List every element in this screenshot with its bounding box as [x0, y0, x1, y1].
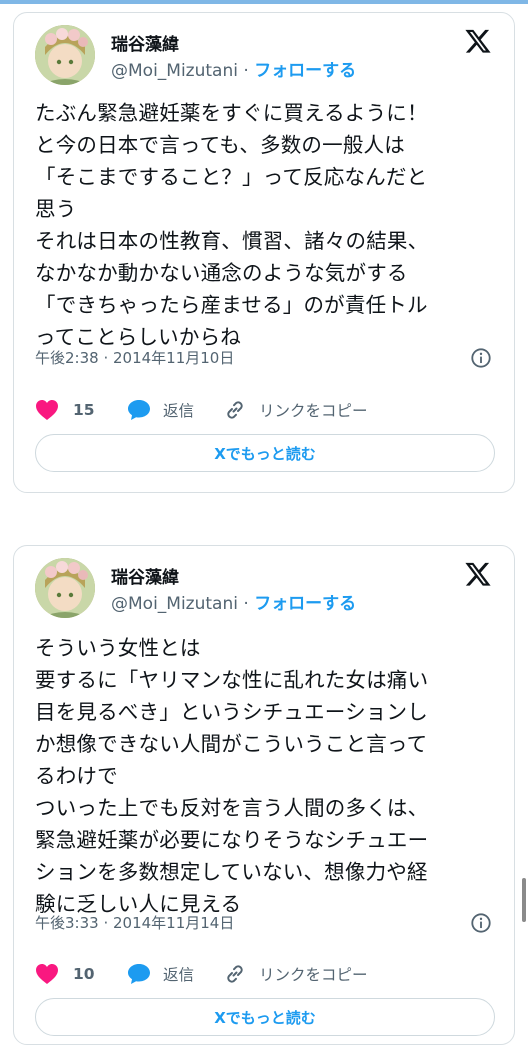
- top-accent-bar: [0, 0, 528, 4]
- separator: ·: [243, 594, 249, 614]
- tweet-header: 瑞谷藻緯 @Moi_Mizutani · フォローする: [14, 546, 514, 622]
- like-button[interactable]: 15: [35, 397, 95, 423]
- reply-label: 返信: [163, 966, 195, 984]
- tweet-card[interactable]: 瑞谷藻緯 @Moi_Mizutani · フォローする そういう女性とは 要する…: [13, 545, 515, 1045]
- handle-row: @Moi_Mizutani · フォローする: [111, 589, 356, 614]
- reply-button[interactable]: 返信: [127, 961, 194, 987]
- heart-icon: [36, 400, 58, 420]
- x-logo-icon[interactable]: [464, 27, 492, 55]
- tweet-header: 瑞谷藻緯 @Moi_Mizutani · フォローする: [14, 13, 514, 89]
- tweet-actions: 10 返信 リンクをコピー: [35, 961, 495, 987]
- tweet-timestamp[interactable]: 午後3:33 · 2014年11月14日: [35, 912, 234, 933]
- x-logo-icon[interactable]: [464, 560, 492, 588]
- reply-label: 返信: [163, 402, 195, 420]
- reply-bubble-icon: [128, 964, 150, 984]
- copy-link-label: リンクをコピー: [259, 402, 368, 420]
- avatar[interactable]: [35, 25, 95, 85]
- read-more-button[interactable]: Xでもっと読む: [35, 434, 495, 472]
- avatar[interactable]: [35, 558, 95, 618]
- like-count: 10: [73, 965, 95, 983]
- info-icon[interactable]: [470, 912, 492, 934]
- scrollbar[interactable]: [522, 878, 526, 922]
- handle[interactable]: @Moi_Mizutani: [111, 61, 238, 81]
- tweet-actions: 15 返信 リンクをコピー: [35, 397, 495, 423]
- tweet-text: そういう女性とは 要するに「ヤリマンな性に乱れた女は痛い 目を見るべき」というシ…: [35, 636, 429, 916]
- reply-bubble-icon: [128, 400, 150, 420]
- like-count: 15: [73, 401, 95, 419]
- display-name[interactable]: 瑞谷藻緯: [111, 30, 179, 55]
- like-button[interactable]: 10: [35, 961, 95, 987]
- info-icon[interactable]: [470, 347, 492, 369]
- copy-link-label: リンクをコピー: [259, 966, 368, 984]
- handle[interactable]: @Moi_Mizutani: [111, 594, 238, 614]
- link-icon: [227, 965, 243, 983]
- heart-icon: [36, 964, 58, 984]
- tweet-card[interactable]: 瑞谷藻緯 @Moi_Mizutani · フォローする たぶん緊急避妊薬をすぐに…: [13, 12, 515, 493]
- tweet-text: たぶん緊急避妊薬をすぐに買えるように！ と今の日本で言っても、多数の一般人は 「…: [35, 101, 429, 349]
- tweet-timestamp[interactable]: 午後2:38 · 2014年11月10日: [35, 347, 234, 368]
- separator: ·: [243, 61, 249, 81]
- copy-link-button[interactable]: リンクをコピー: [223, 397, 368, 423]
- read-more-button[interactable]: Xでもっと読む: [35, 998, 495, 1036]
- link-icon: [227, 401, 243, 419]
- reply-button[interactable]: 返信: [127, 397, 194, 423]
- display-name[interactable]: 瑞谷藻緯: [111, 563, 179, 588]
- follow-button[interactable]: フォローする: [254, 61, 356, 81]
- handle-row: @Moi_Mizutani · フォローする: [111, 56, 356, 81]
- copy-link-button[interactable]: リンクをコピー: [223, 961, 368, 987]
- follow-button[interactable]: フォローする: [254, 594, 356, 614]
